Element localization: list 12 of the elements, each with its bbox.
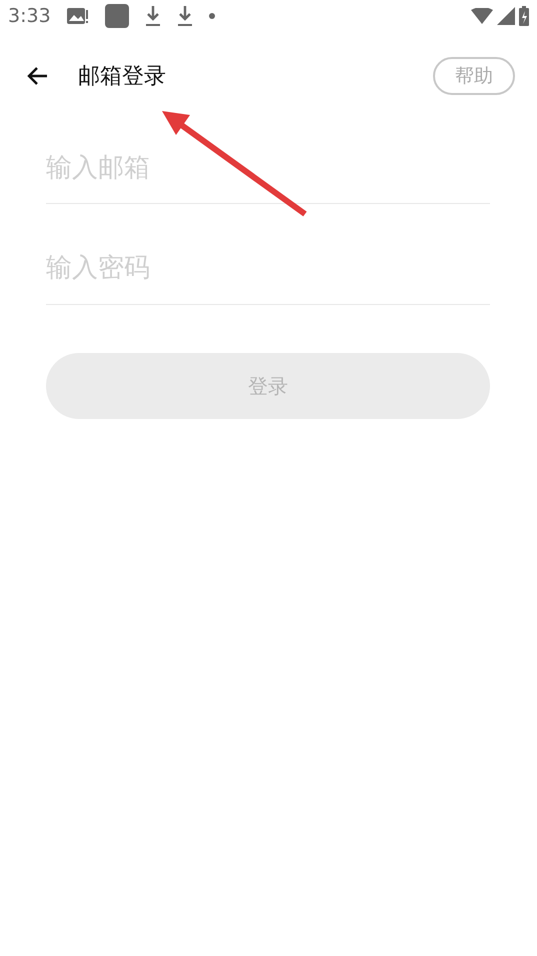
back-arrow-icon[interactable] [26,66,48,86]
download-icon [144,5,161,27]
help-button[interactable]: 帮助 [433,56,515,96]
page-title: 邮箱登录 [78,62,166,90]
dot-icon [208,13,215,19]
battery-icon [519,6,529,26]
image-notification-icon [66,7,89,25]
wifi-icon [471,8,493,24]
download-icon [176,5,193,27]
app-notification-icon [104,4,129,28]
signal-icon [497,7,515,25]
status-time: 3:33 [8,4,51,29]
